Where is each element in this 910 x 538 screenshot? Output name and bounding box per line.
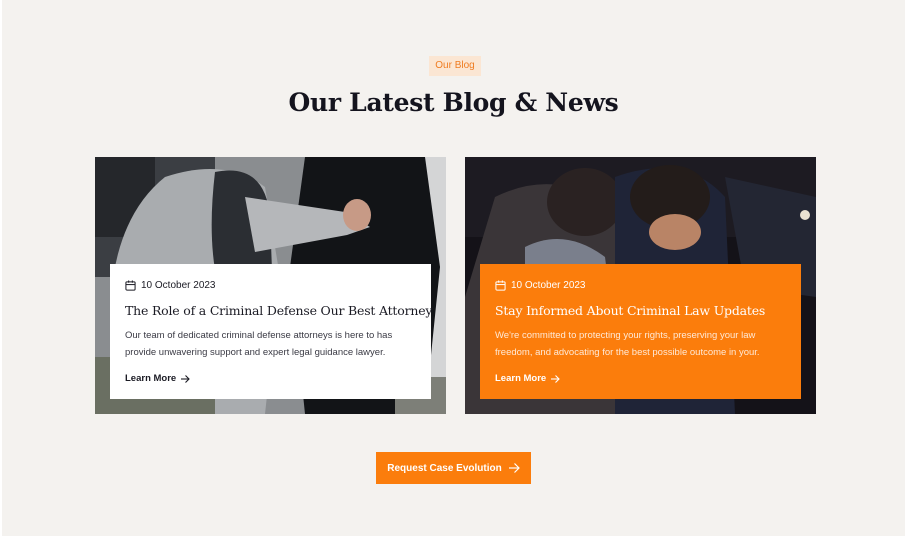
blog-card-content: 10 October 2023 The Role of a Criminal D…	[110, 264, 432, 399]
arrow-right-icon	[181, 374, 190, 383]
learn-more-label: Learn More	[495, 373, 547, 384]
post-excerpt: We're committed to protecting your right…	[495, 330, 760, 358]
post-excerpt: Our team of dedicated criminal defense a…	[125, 330, 393, 358]
post-title[interactable]: The Role of a Criminal Defense Our Best …	[125, 303, 432, 318]
post-meta: 10 October 2023	[495, 278, 786, 292]
cta-label: Request Case Evolution	[387, 462, 502, 474]
blog-card-content: 10 October 2023 Stay Informed About Crim…	[480, 264, 801, 399]
calendar-icon	[125, 279, 136, 291]
learn-more-link[interactable]: Learn More	[495, 373, 560, 384]
post-title[interactable]: Stay Informed About Criminal Law Updates	[495, 303, 786, 318]
post-meta: 10 October 2023	[125, 278, 416, 292]
blog-section: Our Blog Our Latest Blog & News 10 Octob…	[2, 0, 905, 536]
post-date: 10 October 2023	[141, 279, 216, 291]
section-tag: Our Blog	[429, 56, 481, 76]
calendar-icon	[495, 279, 506, 291]
learn-more-link[interactable]: Learn More	[125, 373, 190, 384]
blog-card[interactable]: 10 October 2023 The Role of a Criminal D…	[95, 157, 446, 414]
request-case-evolution-button[interactable]: Request Case Evolution	[376, 452, 531, 484]
arrow-right-icon	[551, 374, 560, 383]
section-heading: Our Latest Blog & News	[288, 88, 619, 117]
blog-card[interactable]: 10 October 2023 Stay Informed About Crim…	[465, 157, 816, 414]
arrow-right-icon	[508, 463, 520, 473]
post-date: 10 October 2023	[511, 279, 586, 291]
learn-more-label: Learn More	[125, 373, 177, 384]
